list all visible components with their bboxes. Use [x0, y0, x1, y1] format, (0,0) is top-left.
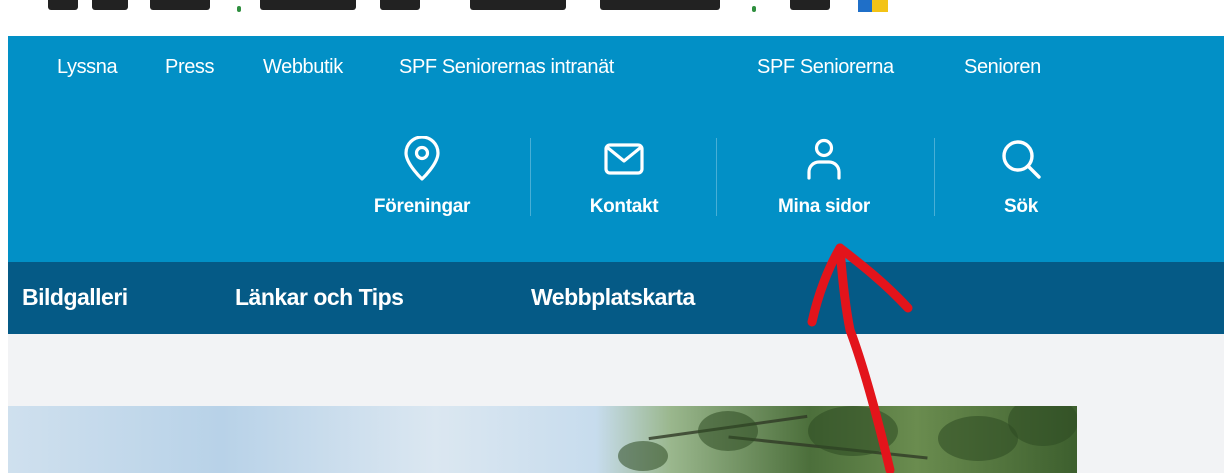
- link-senioren[interactable]: Senioren: [964, 56, 1041, 79]
- nav-webbplatskarta[interactable]: Webbplatskarta: [531, 284, 695, 311]
- page-content: [8, 334, 1224, 473]
- link-spf-seniorerna[interactable]: SPF Seniorerna: [757, 56, 894, 79]
- nav-lankar-och-tips[interactable]: Länkar och Tips: [235, 284, 404, 311]
- search-icon: [1002, 140, 1041, 179]
- location-pin-icon: [404, 136, 440, 181]
- sok-button[interactable]: Sök: [951, 136, 1091, 246]
- link-lyssna[interactable]: Lyssna: [57, 56, 118, 79]
- link-press[interactable]: Press: [165, 56, 215, 79]
- mina-sidor-button[interactable]: Mina sidor: [754, 136, 894, 246]
- main-nav: Bildgalleri Länkar och Tips Webbplatskar…: [8, 262, 1224, 334]
- link-webbutik[interactable]: Webbutik: [263, 56, 343, 79]
- user-icon: [807, 138, 841, 180]
- link-intranat[interactable]: SPF Seniorernas intranät: [399, 56, 614, 79]
- envelope-icon: [604, 143, 644, 175]
- divider: [934, 138, 935, 216]
- divider: [716, 138, 717, 216]
- kontakt-label: Kontakt: [589, 196, 659, 217]
- foreningar-label: Föreningar: [373, 196, 471, 217]
- cropped-previous-content: [0, 0, 1224, 36]
- kontakt-button[interactable]: Kontakt: [554, 136, 694, 246]
- foreningar-button[interactable]: Föreningar: [352, 136, 492, 246]
- mina-sidor-label: Mina sidor: [777, 196, 870, 217]
- nav-bildgalleri[interactable]: Bildgalleri: [22, 284, 128, 311]
- divider: [530, 138, 531, 216]
- site-header: Lyssna Press Webbutik SPF Seniorernas in…: [8, 36, 1224, 262]
- sok-label: Sök: [1004, 196, 1038, 217]
- hero-image: [8, 406, 1077, 473]
